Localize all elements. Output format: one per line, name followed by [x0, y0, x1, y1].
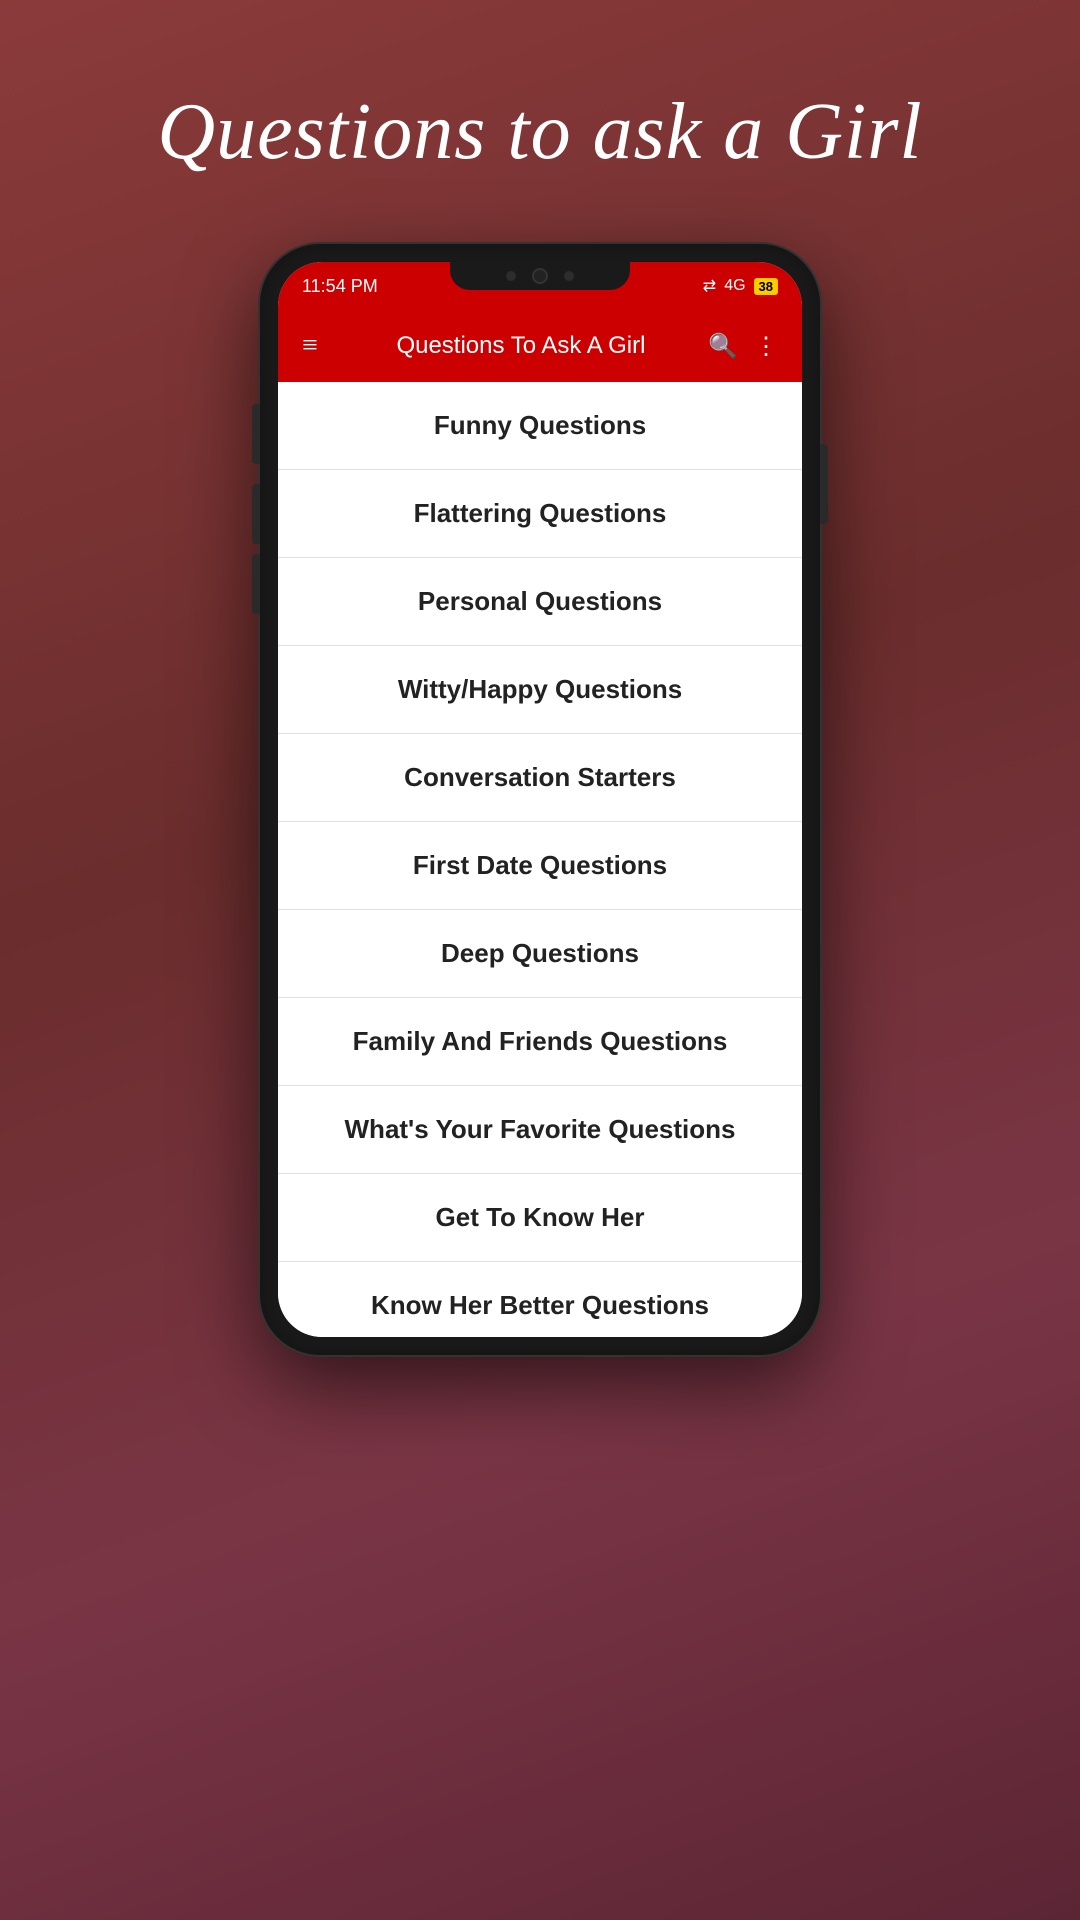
page-title: Questions to ask a Girl	[77, 80, 1002, 184]
menu-item-personal[interactable]: Personal Questions	[278, 558, 802, 646]
menu-item-get-to-know[interactable]: Get To Know Her	[278, 1174, 802, 1262]
menu-item-favorite[interactable]: What's Your Favorite Questions	[278, 1086, 802, 1174]
camera-area	[450, 262, 630, 290]
menu-item-label-know-better: Know Her Better Questions	[371, 1290, 709, 1321]
menu-item-witty-happy[interactable]: Witty/Happy Questions	[278, 646, 802, 734]
camera-dot-left	[506, 271, 516, 281]
menu-item-label-family-friends: Family And Friends Questions	[353, 1026, 728, 1057]
camera-lens	[532, 268, 548, 284]
menu-item-label-personal: Personal Questions	[418, 586, 662, 617]
camera-dot-right	[564, 271, 574, 281]
menu-item-deep[interactable]: Deep Questions	[278, 910, 802, 998]
menu-item-label-flattering: Flattering Questions	[414, 498, 667, 529]
menu-item-first-date[interactable]: First Date Questions	[278, 822, 802, 910]
toolbar-title: Questions To Ask A Girl	[342, 332, 700, 360]
menu-item-label-funny: Funny Questions	[434, 410, 646, 441]
menu-item-conversation[interactable]: Conversation Starters	[278, 734, 802, 822]
network-label: 4G	[724, 277, 745, 295]
menu-item-label-get-to-know: Get To Know Her	[436, 1202, 645, 1233]
status-time: 11:54 PM	[302, 276, 378, 297]
menu-item-label-conversation: Conversation Starters	[404, 762, 676, 793]
menu-item-label-first-date: First Date Questions	[413, 850, 667, 881]
menu-item-funny[interactable]: Funny Questions	[278, 382, 802, 470]
menu-item-family-friends[interactable]: Family And Friends Questions	[278, 998, 802, 1086]
menu-item-label-witty-happy: Witty/Happy Questions	[398, 674, 682, 705]
menu-item-label-deep: Deep Questions	[441, 938, 639, 969]
phone-mockup: 11:54 PM ⇄ 4G 38 ≡ Questions To Ask A Gi…	[260, 244, 820, 1355]
search-icon[interactable]: 🔍	[700, 324, 746, 369]
menu-item-flattering[interactable]: Flattering Questions	[278, 470, 802, 558]
more-options-icon[interactable]: ⋮	[746, 324, 786, 369]
menu-item-know-better[interactable]: Know Her Better Questions	[278, 1262, 802, 1337]
battery-badge: 38	[754, 278, 778, 295]
menu-item-label-favorite: What's Your Favorite Questions	[345, 1114, 736, 1145]
menu-icon[interactable]: ≡	[294, 322, 326, 370]
menu-list: Funny Questions Flattering Questions Perso…	[278, 382, 802, 1337]
signal-icon: ⇄	[703, 276, 716, 296]
status-icons: ⇄ 4G 38	[703, 276, 778, 296]
app-toolbar: ≡ Questions To Ask A Girl 🔍 ⋮	[278, 310, 802, 382]
